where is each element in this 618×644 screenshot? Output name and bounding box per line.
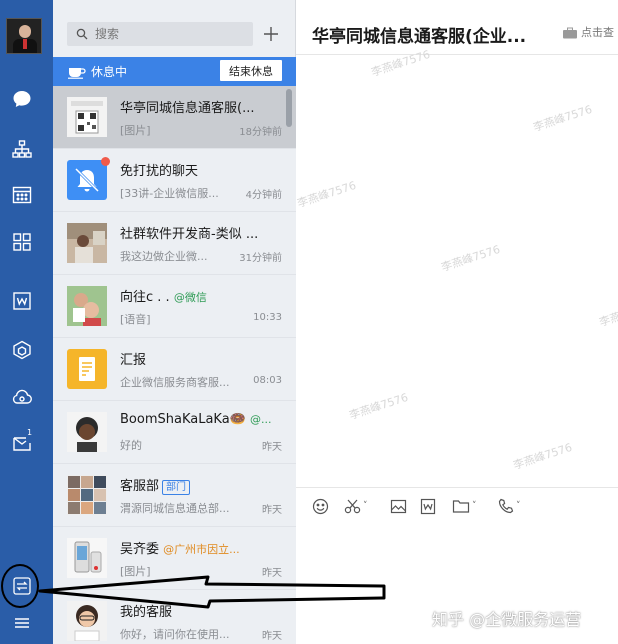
conversation-preview: [语音] <box>120 313 151 326</box>
group-avatar <box>67 475 107 515</box>
watermark: 李燕峰7576 <box>511 440 574 473</box>
person-avatar <box>67 412 107 452</box>
image-button[interactable] <box>390 496 407 516</box>
toolbar-divider <box>296 487 618 488</box>
annotation-arrow <box>38 575 386 609</box>
conversation-item[interactable]: 社群软件开发商-类似 ... 我这边做企业微... 31分钟前 <box>53 212 296 275</box>
chat-header-action[interactable]: 点击查 <box>562 24 614 40</box>
rest-status-bar: 休息中 结束休息 <box>53 57 296 86</box>
emoji-icon <box>312 498 329 514</box>
watermark: 李燕峰7576 <box>347 390 410 423</box>
scissors-icon <box>344 499 361 513</box>
calendar-icon[interactable] <box>11 184 33 206</box>
coffee-cup-icon <box>68 68 86 79</box>
watermark: 李燕峰7576 <box>295 178 358 211</box>
conversation-preview: [图片] <box>120 124 151 137</box>
phone-icon <box>498 498 514 514</box>
conversation-list: 华亭同城信息通客服(... [图片] 18分钟前 免打扰的聊天 [33讲-企业微… <box>53 86 296 644</box>
wechat-tag: @... <box>250 413 272 426</box>
conversation-time: 4分钟前 <box>245 190 282 201</box>
mail-badge: 1 <box>27 428 33 437</box>
apps-grid-icon[interactable] <box>11 231 33 253</box>
group-photo-avatar <box>67 223 107 263</box>
conversation-item[interactable]: 向往c . . @微信 [语音] 10:33 <box>53 275 296 338</box>
conversation-time: 昨天 <box>262 631 282 642</box>
call-button[interactable]: ˅ <box>498 496 521 516</box>
doc-button[interactable] <box>420 496 436 516</box>
device-photo-avatar <box>67 538 107 578</box>
conversation-item[interactable]: 免打扰的聊天 [33讲-企业微信服... 4分钟前 <box>53 149 296 212</box>
conversation-time: 昨天 <box>262 505 282 516</box>
unread-dot <box>101 157 110 166</box>
end-rest-button[interactable]: 结束休息 <box>220 60 282 81</box>
conversation-name: 华亭同城信息通客服(... <box>120 101 255 116</box>
header-divider <box>296 54 618 55</box>
conversation-item[interactable]: 客服部 部门 渭源同城信息通总部... 昨天 <box>53 464 296 527</box>
conversation-time: 31分钟前 <box>239 253 282 264</box>
conversation-time: 08:03 <box>253 375 282 386</box>
watermark: 李燕峰7576 <box>369 47 432 80</box>
conversation-item[interactable]: 汇报 企业微信服务商客服... 08:03 <box>53 338 296 401</box>
conversation-name: 汇报 <box>120 353 147 368</box>
watermark: 李燕峰7576 <box>531 102 594 135</box>
conversation-name: 吴齐委 @广州市因立... <box>120 542 240 557</box>
document-w-icon <box>420 498 436 514</box>
rest-status-label: 休息中 <box>91 65 128 79</box>
cloud-icon[interactable] <box>11 386 33 408</box>
folder-button[interactable]: ˅ <box>452 496 477 516</box>
conversation-preview: 你好，请问你在使用... <box>120 628 230 641</box>
report-icon <box>67 349 107 389</box>
add-button[interactable] <box>259 22 283 46</box>
user-avatar[interactable] <box>6 18 42 54</box>
app-window: 1 休息中 结束休息 华亭同城信息通客服(. <box>0 0 618 644</box>
conversation-time: 昨天 <box>262 442 282 453</box>
nav-rail: 1 <box>0 0 53 644</box>
conversation-preview: 渭源同城信息通总部... <box>120 502 230 515</box>
conversation-preview: 好的 <box>120 439 142 452</box>
org-tag: @广州市因立... <box>163 543 240 556</box>
conversation-time: 10:33 <box>253 312 282 323</box>
family-photo-avatar <box>67 286 107 326</box>
qr-code-avatar <box>67 97 107 137</box>
chat-panel: 华亭同城信息通客服(企业... 点击查 李燕峰7576 李燕峰7576 李燕峰7… <box>296 0 618 644</box>
org-chart-icon[interactable] <box>11 138 33 160</box>
conversation-preview: 我这边做企业微... <box>120 250 208 263</box>
conversation-name: BoomShaKaLaKa🍩 @... <box>120 412 272 427</box>
conversation-name: 客服部 部门 <box>120 475 282 495</box>
department-tag: 部门 <box>162 480 191 495</box>
conversation-time: 18分钟前 <box>239 127 282 138</box>
conversation-item[interactable]: BoomShaKaLaKa🍩 @... 好的 昨天 <box>53 401 296 464</box>
message-icon[interactable] <box>11 88 33 110</box>
conversation-name: 免打扰的聊天 <box>120 164 199 179</box>
chat-title: 华亭同城信息通客服(企业... <box>312 27 527 47</box>
watermark: 李燕峰7576 <box>597 297 618 330</box>
conversation-preview: 企业微信服务商客服... <box>120 376 230 389</box>
document-w-icon[interactable] <box>11 290 33 312</box>
search-icon <box>76 28 88 40</box>
footer-watermark: 知乎 @企微服务运营 <box>432 610 582 629</box>
screenshot-button[interactable]: ˅ <box>344 496 368 516</box>
conversation-preview: [33讲-企业微信服... <box>120 187 219 200</box>
folder-icon <box>452 500 470 513</box>
watermark: 李燕峰7576 <box>439 242 502 275</box>
conversation-item[interactable]: 华亭同城信息通客服(... [图片] 18分钟前 <box>53 86 296 149</box>
conversation-name: 社群软件开发商-类似 ... <box>120 227 259 242</box>
menu-icon[interactable] <box>11 612 33 634</box>
annotation-circle <box>1 564 39 608</box>
briefcase-icon <box>563 27 577 39</box>
search-box[interactable] <box>67 22 253 46</box>
emoji-button[interactable] <box>312 496 329 516</box>
conversation-name: 向往c . . @微信 <box>120 290 207 305</box>
cube-icon[interactable] <box>11 339 33 361</box>
list-scrollbar[interactable] <box>286 89 292 127</box>
wechat-tag: @微信 <box>173 291 207 304</box>
conversation-panel: 休息中 结束休息 华亭同城信息通客服(... [图片] 18分钟前 免打扰的聊天 <box>53 0 296 644</box>
image-icon <box>390 499 407 513</box>
mute-bell-avatar <box>67 160 107 200</box>
search-input[interactable] <box>95 25 245 43</box>
